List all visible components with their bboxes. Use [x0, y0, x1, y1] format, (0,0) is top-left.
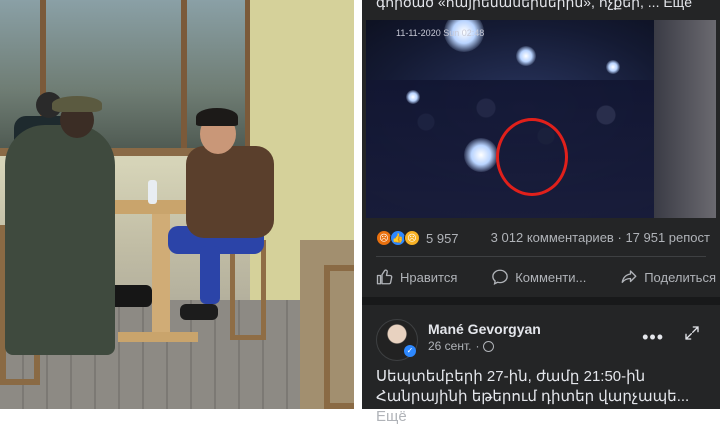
table-base: [118, 332, 198, 342]
like-label: Нравится: [400, 269, 458, 285]
cafe-photo: [0, 0, 354, 409]
post-date[interactable]: 26 сент.: [428, 339, 471, 353]
divider: [376, 256, 706, 257]
panel-gap: [354, 0, 362, 409]
video-post-caption[interactable]: գործած «հայրենասերներին», ոչքեր, ... Ещё: [376, 0, 716, 11]
video-thumbnail[interactable]: 11-11-2020 Sun 02:48: [366, 20, 716, 218]
repost-count[interactable]: 17 951 репост: [625, 230, 710, 245]
date-separator: ·: [475, 339, 480, 353]
hat: [52, 96, 102, 112]
sad-icon: ☹: [404, 230, 420, 246]
chair: [230, 240, 266, 340]
comment-label: Комменти...: [515, 269, 587, 285]
person-in-blanket: [5, 125, 115, 355]
building-wall: [654, 20, 716, 218]
video-timestamp: 11-11-2020 Sun 02:48: [396, 28, 485, 38]
see-more-link[interactable]: Ещё: [376, 408, 407, 425]
post-actions: Нравится Комменти... Поделиться: [376, 262, 716, 292]
shoe: [180, 304, 218, 320]
share-icon: [621, 270, 637, 283]
reaction-count: 5 957: [426, 230, 459, 246]
expand-icon[interactable]: [684, 325, 700, 341]
thumbs-up-icon: [376, 269, 393, 285]
comment-count[interactable]: 3 012 комментариев: [491, 230, 614, 245]
share-label: Поделиться: [644, 269, 716, 285]
post-author[interactable]: Mané Gevorgyan: [428, 321, 541, 337]
light: [406, 90, 420, 104]
like-button[interactable]: Нравится: [376, 268, 457, 286]
reaction-summary[interactable]: ☹ 👍 ☹ 5 957: [376, 230, 459, 246]
comment-icon: [492, 269, 509, 285]
light: [606, 60, 620, 74]
table-leg: [152, 214, 170, 334]
verified-badge-icon: ✓: [404, 345, 416, 357]
stats-separator: ·: [617, 230, 622, 245]
post-stats: 3 012 комментариев · 17 951 репост: [491, 230, 710, 245]
more-options-icon[interactable]: •••: [642, 327, 664, 348]
light: [516, 46, 536, 66]
globe-icon: [483, 340, 495, 352]
post-separator: [362, 297, 720, 305]
share-button[interactable]: Поделиться: [620, 268, 716, 286]
post-meta: 26 сент. ·: [428, 339, 495, 353]
feed-post: ✓ Mané Gevorgyan 26 сент. · ••• Սեպտեմբե…: [362, 305, 720, 425]
post-text-line-1: Սեպտեմբերի 27-ին, ժամը 21:50-ին: [376, 368, 646, 385]
person-shin: [200, 246, 220, 304]
comment-button[interactable]: Комменти...: [491, 268, 586, 286]
post-text: Սեպտեմբերի 27-ին, ժամը 21:50-ին Հանրային…: [376, 367, 706, 427]
chair: [324, 265, 354, 409]
water-bottle: [148, 180, 157, 204]
light: [464, 138, 498, 172]
post-text-line-2: Հանրայինի եթերում դիտեր վարչապե...: [376, 388, 690, 405]
person-smoking: [186, 146, 274, 238]
red-circle-annotation: [496, 118, 568, 196]
facebook-feed: գործած «հայրենասերներին», ոչքեր, ... Ещё…: [362, 0, 720, 425]
hair: [196, 108, 238, 126]
